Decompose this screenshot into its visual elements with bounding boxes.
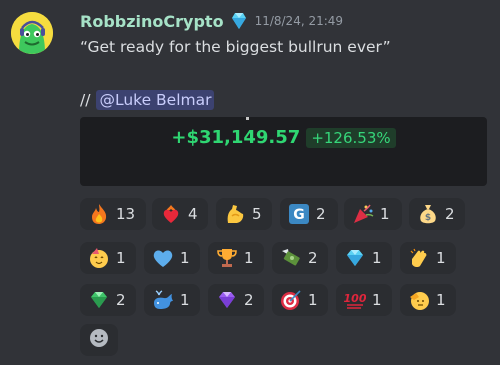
direct-hit-icon bbox=[280, 289, 302, 311]
reaction-count: 1 bbox=[244, 249, 254, 267]
reaction-count: 1 bbox=[308, 291, 318, 309]
reaction-heart-on-fire[interactable]: 4 bbox=[152, 198, 208, 230]
user-mention[interactable]: @Luke Belmar bbox=[96, 90, 215, 110]
reaction-count: 1 bbox=[436, 291, 446, 309]
avatar[interactable] bbox=[11, 12, 53, 54]
timestamp: 11/8/24, 21:49 bbox=[254, 14, 344, 28]
reaction-count: 2 bbox=[445, 205, 455, 223]
reaction-count: 2 bbox=[244, 291, 254, 309]
reaction-hundred-points[interactable]: 100 1 bbox=[336, 284, 392, 316]
reaction-gem[interactable]: 1 bbox=[336, 242, 392, 274]
reaction-letter-g[interactable]: G 2 bbox=[280, 198, 338, 230]
fire-icon bbox=[88, 203, 110, 225]
partying-face-icon bbox=[88, 247, 110, 269]
username[interactable]: RobbzinoCrypto bbox=[80, 12, 224, 31]
pnl-value: +$31,149.57 bbox=[171, 127, 301, 148]
reaction-party-popper[interactable]: 1 bbox=[344, 198, 402, 230]
reaction-count: 2 bbox=[116, 291, 126, 309]
clapping-hands-icon bbox=[408, 247, 430, 269]
reaction-direct-hit[interactable]: 1 bbox=[272, 284, 328, 316]
reaction-clapping-hands[interactable]: 1 bbox=[400, 242, 456, 274]
reaction-blue-heart[interactable]: 1 bbox=[144, 242, 200, 274]
hundred-points-icon: 100 bbox=[344, 289, 366, 311]
comment-prefix: // bbox=[80, 91, 91, 109]
reaction-count: 1 bbox=[116, 249, 126, 267]
add-reaction-button[interactable] bbox=[80, 324, 118, 356]
green-gem-icon bbox=[88, 289, 110, 311]
embed-marker bbox=[246, 117, 249, 120]
reaction-money-bag[interactable]: $ 2 bbox=[409, 198, 465, 230]
svg-text:G: G bbox=[293, 207, 305, 223]
reaction-count: 1 bbox=[436, 249, 446, 267]
reaction-count: 1 bbox=[372, 249, 382, 267]
flexed-biceps-icon bbox=[224, 203, 246, 225]
letter-g-icon: G bbox=[288, 203, 310, 225]
whale-icon bbox=[152, 289, 174, 311]
money-with-wings-icon bbox=[280, 247, 302, 269]
reaction-flexed-biceps[interactable]: 5 bbox=[216, 198, 272, 230]
heart-on-fire-icon bbox=[160, 203, 182, 225]
reaction-trophy[interactable]: 1 bbox=[208, 242, 264, 274]
reaction-count: 1 bbox=[380, 205, 390, 223]
reaction-count: 1 bbox=[180, 249, 190, 267]
reaction-count: 2 bbox=[308, 249, 318, 267]
reaction-count: 1 bbox=[180, 291, 190, 309]
reaction-whale[interactable]: 1 bbox=[144, 284, 200, 316]
chat-message: RobbzinoCrypto 11/8/24, 21:49 “Get ready… bbox=[0, 0, 500, 365]
reaction-count: 2 bbox=[316, 205, 326, 223]
saluting-face-icon bbox=[408, 289, 430, 311]
reaction-saluting-face[interactable]: 1 bbox=[400, 284, 456, 316]
reaction-purple-gem[interactable]: 2 bbox=[208, 284, 264, 316]
reaction-fire[interactable]: 13 bbox=[80, 198, 146, 230]
reaction-count: 1 bbox=[372, 291, 382, 309]
reaction-count: 4 bbox=[188, 205, 198, 223]
gem-icon bbox=[344, 247, 366, 269]
svg-text:$: $ bbox=[425, 213, 431, 223]
reaction-money-with-wings[interactable]: 2 bbox=[272, 242, 328, 274]
message-header: RobbzinoCrypto 11/8/24, 21:49 bbox=[80, 10, 343, 32]
reaction-green-gem[interactable]: 2 bbox=[80, 284, 136, 316]
message-text-line: “Get ready for the biggest bullrun ever” bbox=[80, 38, 391, 56]
message-text-line: // @Luke Belmar bbox=[80, 90, 215, 110]
reaction-count: 5 bbox=[252, 205, 262, 223]
reaction-partying-face[interactable]: 1 bbox=[80, 242, 136, 274]
pnl-embed[interactable]: +$31,149.57 +126.53% bbox=[80, 117, 487, 186]
money-bag-icon: $ bbox=[417, 203, 439, 225]
pnl-percent-badge: +126.53% bbox=[306, 127, 396, 148]
trophy-icon bbox=[216, 247, 238, 269]
diamond-icon bbox=[229, 12, 249, 30]
party-popper-icon bbox=[352, 203, 374, 225]
add-reaction-smiley-icon bbox=[88, 327, 110, 353]
pnl-row: +$31,149.57 +126.53% bbox=[80, 127, 487, 148]
reaction-count: 13 bbox=[116, 205, 136, 223]
purple-gem-icon bbox=[216, 289, 238, 311]
blue-heart-icon bbox=[152, 247, 174, 269]
svg-text:100: 100 bbox=[344, 292, 366, 305]
